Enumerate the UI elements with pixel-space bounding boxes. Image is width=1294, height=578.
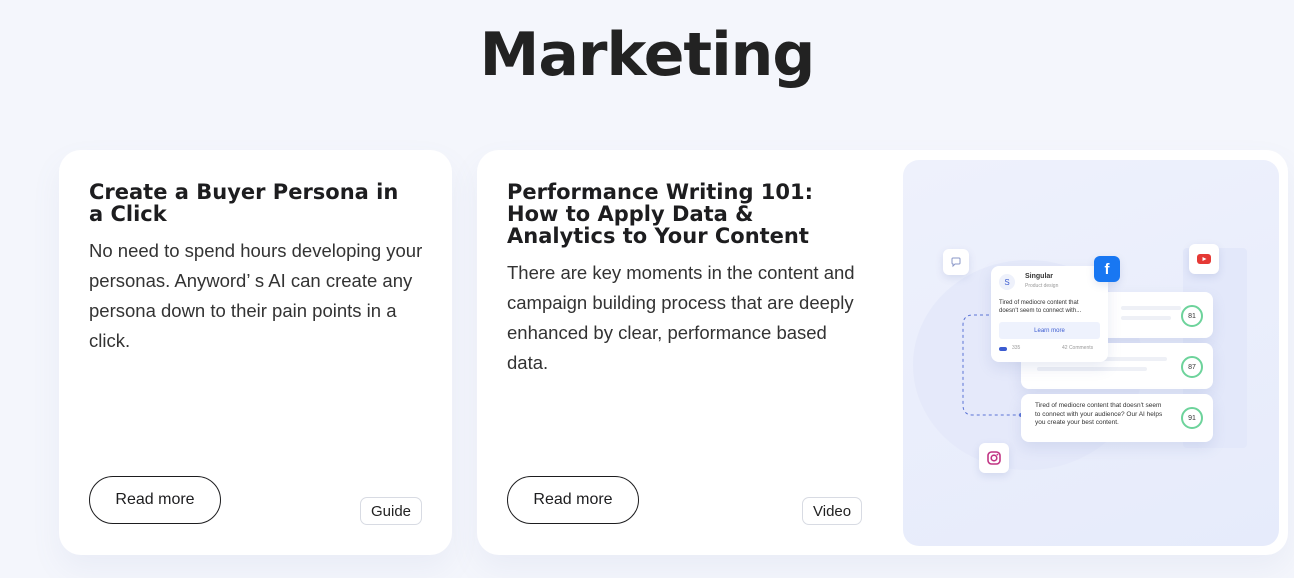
card-description: There are key moments in the content and… [507, 262, 855, 373]
chat-icon [943, 249, 969, 275]
score-card: Tired of mediocre content that doesn't s… [1021, 394, 1213, 442]
read-more-button[interactable]: Read more [507, 476, 639, 524]
avatar: S [999, 274, 1015, 290]
score-card-text: Tired of mediocre content that doesn't s… [1035, 402, 1163, 426]
score-badge: 91 [1181, 407, 1203, 429]
youtube-icon [1189, 244, 1219, 274]
analytics-illustration: 81 87 Tired of mediocre content that doe… [903, 160, 1279, 546]
read-more-button[interactable]: Read more [89, 476, 221, 524]
page-title: Marketing [479, 20, 816, 90]
content-type-tag: Video [802, 497, 863, 525]
learn-more-button: Learn more [999, 322, 1100, 339]
instagram-icon [979, 443, 1009, 473]
article-card-performance-writing: Performance Writing 101: How to Apply Da… [477, 150, 1288, 555]
facebook-icon: f [1094, 256, 1120, 282]
profile-subtitle: Product design [1025, 283, 1059, 289]
card-description: No need to spend hours developing your p… [89, 240, 423, 351]
card-title: Create a Buyer Persona in a Click [89, 180, 399, 226]
comments-count: 42 Comments [1062, 345, 1094, 351]
content-type-tag: Guide [360, 497, 423, 525]
post-text: Tired of mediocre content that doesn't s… [999, 300, 1082, 314]
article-card-buyer-persona: Create a Buyer Persona in a Click No nee… [59, 150, 452, 555]
profile-name: Singular [1025, 273, 1054, 280]
score-badge: 81 [1181, 305, 1203, 327]
score-badge: 87 [1181, 356, 1203, 378]
likes-count: 335 [1012, 345, 1021, 351]
social-post-card: S Singular Product design Tired of medio… [991, 266, 1108, 362]
card-title: Performance Writing 101: How to Apply Da… [507, 180, 814, 248]
